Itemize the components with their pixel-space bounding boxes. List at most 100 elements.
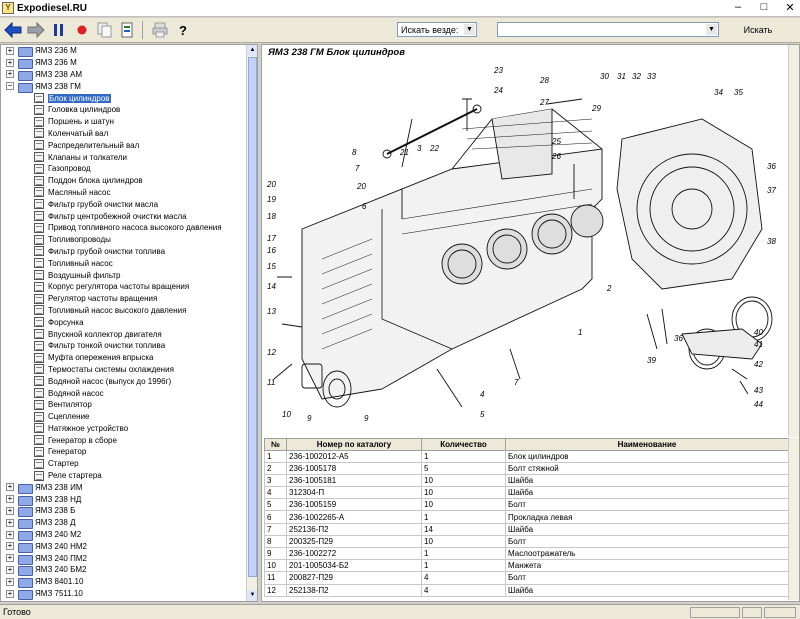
tree-group[interactable]: − ЯМЗ 238 ГМ [1,80,247,93]
table-row[interactable]: 8 200325-П29 10 Болт [264,534,788,549]
expand-icon[interactable]: + [6,46,14,55]
table-row[interactable]: 1 236-1002012-А5 1 Блок цилиндров [264,449,788,463]
tree-group[interactable]: + ЯМЗ 238 НД [1,493,247,506]
expand-icon[interactable]: + [6,518,14,527]
tree-item[interactable]: Блок цилиндров [1,92,247,104]
tree-group[interactable]: + ЯМЗ 236 М [1,45,247,58]
document-icon [34,258,44,269]
table-row[interactable]: 3 236-1005181 10 Шайба [264,473,788,488]
expand-icon[interactable]: + [6,565,14,574]
tree-item[interactable]: Масляный насос [1,187,247,199]
tree-item[interactable]: Газопровод [1,163,247,175]
tree-item[interactable]: Генератор в сборе [1,434,247,446]
search-scope-select[interactable]: Искать везде: ▼ [397,22,477,37]
tree-item[interactable]: Фильтр грубой очистки масла [1,198,247,210]
sync-button[interactable] [118,20,138,40]
table-row[interactable]: 9 236-1002272 1 Маслоотражатель [264,546,788,561]
tree-item[interactable]: Коленчатый вал [1,128,247,140]
scroll-up-icon[interactable]: ▲ [247,45,257,56]
tree-item[interactable]: Фильтр грубой очистки топлива [1,246,247,258]
record-button[interactable] [72,20,92,40]
print-button[interactable] [150,20,170,40]
table-row[interactable]: 11 200827-П29 4 Болт [264,571,788,585]
tree-item[interactable]: Натяжное устройство [1,423,247,435]
expand-icon[interactable]: + [6,589,14,598]
tree-item[interactable]: Форсунка [1,316,247,328]
table-scrollbar[interactable] [788,438,799,600]
tree-item[interactable]: Головка цилиндров [1,104,247,116]
tree-item[interactable]: Сцепление [1,411,247,423]
tree-item[interactable]: Регулятор частоты вращения [1,293,247,305]
table-row[interactable]: 5 236-1005159 10 Болт [264,498,788,512]
expand-icon[interactable]: + [6,577,14,586]
tree-item[interactable]: Стартер [1,458,247,470]
tree-group[interactable]: + ЯМЗ 238 АМ [1,69,247,81]
forward-button[interactable] [26,20,46,40]
copy-button[interactable] [95,20,115,40]
expand-icon[interactable]: + [6,495,14,504]
tree-item[interactable]: Вентилятор [1,399,247,411]
minimize-button[interactable]: – [732,1,744,14]
col-header-number[interactable]: № [264,438,287,451]
table-cell: 4 [264,486,287,500]
tree-group[interactable]: + ЯМЗ 240 БМ2 [1,564,247,577]
tree-item[interactable]: Воздушный фильтр [1,269,247,281]
expand-icon[interactable]: + [6,530,14,539]
tree-group[interactable]: + ЯМЗ 240 М2 [1,529,247,542]
tree-group[interactable]: + ЯМЗ 8401.10 [1,576,247,589]
expand-icon[interactable]: + [6,506,14,515]
tree-item[interactable]: Реле стартера [1,470,247,482]
tree-group[interactable]: + ЯМЗ 238 ИМ [1,481,247,494]
tree-item[interactable]: Фильтр тонкой очистки топлива [1,340,247,352]
tree-item[interactable]: Водяной насос [1,387,247,399]
pause-button[interactable] [49,20,69,40]
tree-group[interactable]: + ЯМЗ 240 ПМ2 [1,552,247,565]
tree-item[interactable]: Термостаты системы охлаждения [1,364,247,376]
tree-item[interactable]: Генератор [1,446,247,458]
tree-item[interactable]: Топливный насос [1,257,247,269]
table-row[interactable]: 4 312304-П 10 Шайба [264,486,788,500]
table-row[interactable]: 2 236-1005178 5 Болт стяжной [264,461,788,475]
callout-32: 32 [632,72,641,81]
scroll-down-icon[interactable]: ▼ [247,590,257,601]
help-button[interactable]: ? [173,20,193,40]
col-header-name[interactable]: Наименование [505,438,788,451]
tree-item[interactable]: Распределительный вал [1,139,247,151]
table-row[interactable]: 12 252138-П2 4 Шайба [264,583,788,597]
tree-group[interactable]: + ЯМЗ 240 НМ2 [1,540,247,553]
tree-item[interactable]: Фильтр центробежной очистки масла [1,210,247,222]
tree-item[interactable]: Поршень и шатун [1,116,247,128]
col-header-quantity[interactable]: Количество [421,438,506,451]
tree-item[interactable]: Водяной насос (выпуск до 1996г) [1,375,247,387]
tree-group[interactable]: + ЯМЗ 238 Д [1,517,247,530]
close-button[interactable]: ✕ [784,1,796,14]
expand-icon[interactable]: + [6,70,14,79]
table-row[interactable]: 10 201-1005034-Б2 1 Манжета [264,559,788,573]
col-header-catalog[interactable]: Номер по каталогу [286,438,422,451]
tree-item[interactable]: Корпус регулятора частоты вращения [1,281,247,293]
tree-item[interactable]: Привод топливного насоса высокого давлен… [1,222,247,234]
expand-icon[interactable]: + [6,542,14,551]
expand-icon[interactable]: + [6,58,14,67]
table-row[interactable]: 7 252136-П2 14 Шайба [264,522,788,536]
tree-item[interactable]: Топливный насос высокого давления [1,305,247,317]
collapse-icon[interactable]: − [6,82,14,91]
expand-icon[interactable]: + [6,483,14,492]
maximize-button[interactable]: □ [758,1,770,14]
scroll-thumb[interactable] [248,57,257,577]
tree-item[interactable]: Топливопроводы [1,234,247,246]
tree-group[interactable]: + ЯМЗ 7511.10 [1,588,247,601]
expand-icon[interactable]: + [6,554,14,563]
tree-group[interactable]: + ЯМЗ 236 М [1,57,247,70]
diagram-scrollbar[interactable] [788,45,799,437]
search-input[interactable]: ▼ [497,22,719,37]
back-button[interactable] [3,20,23,40]
tree-item[interactable]: Впускной коллектор двигателя [1,328,247,340]
tree-scrollbar[interactable]: ▲ ▼ [246,45,257,601]
tree-group[interactable]: + ЯМЗ 238 Б [1,505,247,518]
tree-item[interactable]: Поддон блока цилиндров [1,175,247,187]
table-row[interactable]: 6 236-1002265-А 1 Прокладка левая [264,510,788,524]
tree-item[interactable]: Муфта опережения впрыска [1,352,247,364]
search-button[interactable]: Искать [733,21,783,38]
tree-item[interactable]: Клапаны и толкатели [1,151,247,163]
